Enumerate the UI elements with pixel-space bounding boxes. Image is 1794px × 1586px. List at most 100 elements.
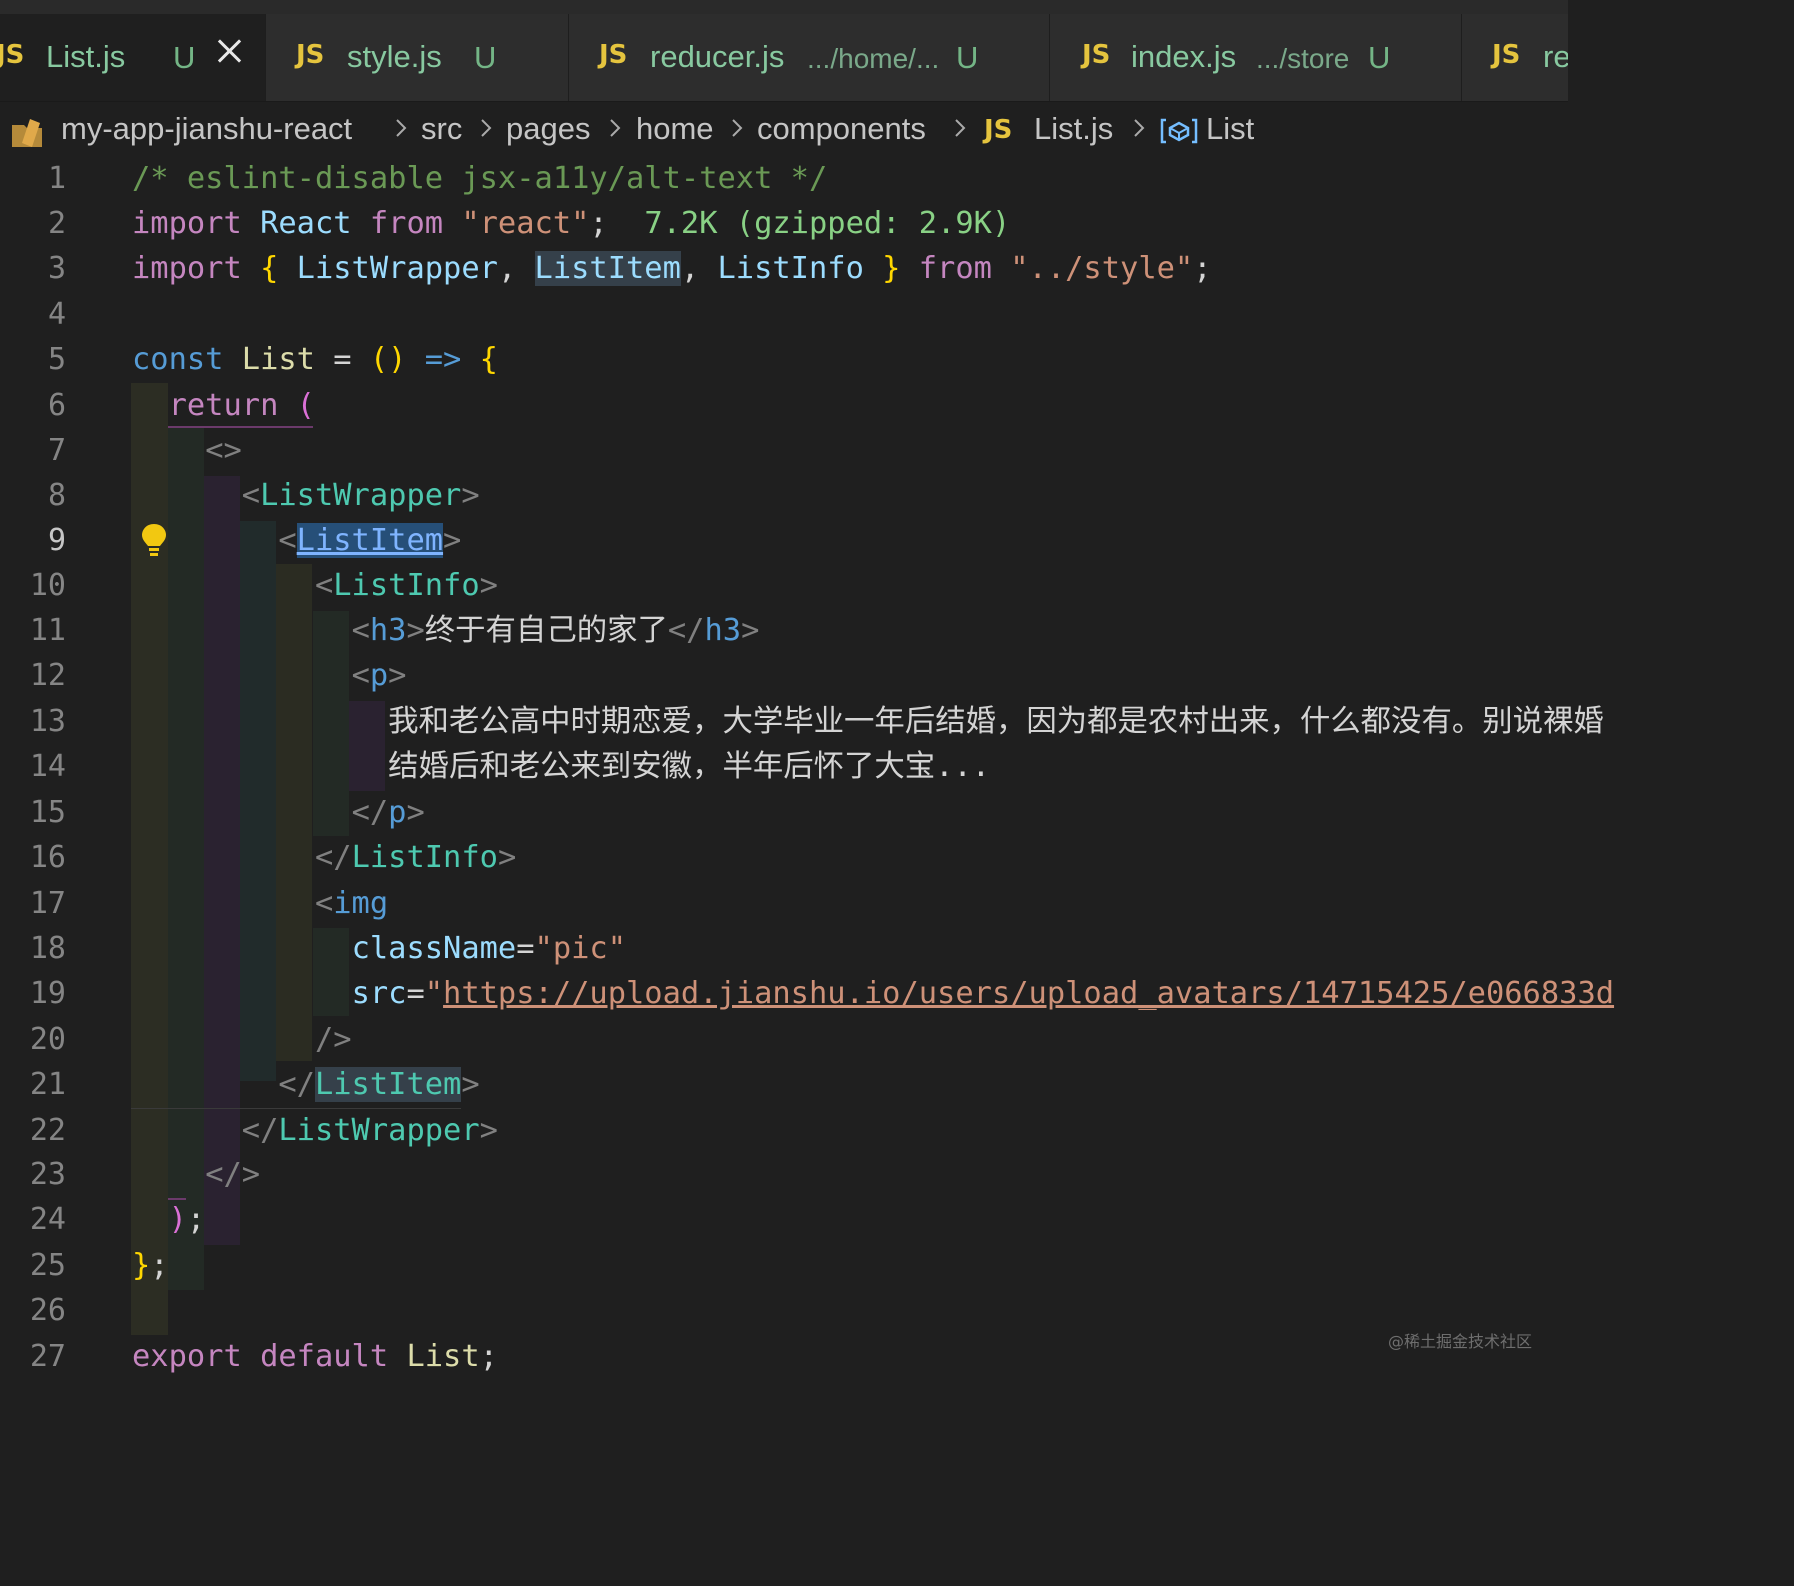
- indent-guide: [168, 1245, 204, 1290]
- tag-bracket: >: [741, 613, 760, 648]
- tag-bracket: >: [479, 568, 498, 603]
- line-number: 20: [29, 1022, 66, 1057]
- tab-path: .../home/...: [807, 43, 940, 74]
- breadcrumb: my-app-jianshu-react src pages home comp…: [0, 102, 1568, 156]
- breadcrumb-item[interactable]: home: [636, 111, 714, 147]
- comment: /* eslint-disable jsx-a11y/alt-text */: [132, 161, 828, 196]
- jsx-tag-selected[interactable]: ListItem: [296, 523, 444, 558]
- keyword: export: [132, 1339, 242, 1374]
- identifier-highlight: ListItem: [534, 251, 681, 286]
- jsx-tag: ListWrapper: [260, 478, 462, 513]
- tab-list-js[interactable]: JS List.js U: [0, 14, 266, 101]
- keyword: import: [132, 251, 242, 286]
- breadcrumb-item[interactable]: src: [421, 111, 462, 147]
- js-file-icon: JS: [0, 40, 25, 70]
- code-line: export default List;: [132, 1334, 498, 1379]
- line-number: 17: [29, 886, 66, 921]
- tab-index-js[interactable]: JS index.js .../store U: [1050, 14, 1462, 101]
- line-number: 7: [47, 433, 66, 468]
- keyword: return: [168, 388, 279, 423]
- js-file-icon: JS: [599, 40, 628, 70]
- line-number: 8: [47, 478, 66, 513]
- tag-bracket: >: [443, 523, 462, 558]
- code-line: <p>: [132, 653, 407, 698]
- punctuation: ,: [497, 251, 517, 286]
- tag-bracket: >: [461, 478, 480, 513]
- jsx-tag: ListWrapper: [278, 1113, 480, 1148]
- line-number: 23: [29, 1157, 66, 1192]
- tag-bracket: >: [497, 840, 517, 875]
- breadcrumb-item[interactable]: pages: [506, 111, 590, 147]
- tag-bracket: >: [461, 1067, 480, 1102]
- line-number: 10: [29, 568, 66, 603]
- git-status-badge: U: [173, 40, 196, 75]
- tag-bracket: />: [314, 1022, 352, 1057]
- html-tag: h3: [704, 613, 742, 648]
- tag-bracket: <: [351, 658, 370, 693]
- tag-bracket: <: [278, 523, 297, 558]
- jsx-tag: ListInfo: [351, 840, 498, 875]
- tag-bracket: </: [241, 1113, 279, 1148]
- code-editor[interactable]: 1 2 3 4 5 6 7 8 9 10 11 12 13 14 15 16 1…: [0, 156, 1614, 1386]
- tag-bracket: >: [479, 1113, 498, 1148]
- code-line: </p>: [132, 790, 425, 835]
- brace: }: [882, 251, 901, 286]
- line-number: 2: [47, 206, 66, 241]
- tab-style-js[interactable]: JS style.js U: [266, 14, 569, 101]
- breadcrumb-symbol[interactable]: List: [1206, 111, 1254, 147]
- code-line: <ListWrapper>: [132, 473, 480, 518]
- paren: (: [296, 388, 315, 423]
- code-line: </ListItem>: [132, 1062, 480, 1107]
- punctuation: ;: [186, 1202, 206, 1237]
- code-line: };: [132, 1243, 169, 1288]
- punctuation: ;: [479, 1339, 498, 1374]
- keyword: from: [918, 251, 992, 286]
- chevron-right-icon: [481, 119, 492, 137]
- breadcrumb-file[interactable]: List.js: [1034, 111, 1113, 147]
- line-number: 24: [29, 1202, 66, 1237]
- tag-bracket: </: [278, 1067, 315, 1102]
- line-number: 18: [29, 931, 66, 966]
- code-line: return (: [132, 383, 315, 428]
- breadcrumb-item[interactable]: components: [757, 111, 926, 147]
- operator: =>: [424, 342, 462, 377]
- html-tag: p: [369, 658, 389, 693]
- tab-label: List.js: [46, 39, 126, 74]
- chevron-right-icon: [396, 119, 407, 137]
- watermark: @稀土掘金技术社区: [1387, 1332, 1532, 1351]
- tab-label: re: [1543, 39, 1568, 74]
- title-strip: [0, 0, 1568, 14]
- paren: ): [168, 1202, 187, 1237]
- tag-bracket: </: [314, 840, 352, 875]
- punctuation: ;: [150, 1248, 169, 1283]
- tab-label: style.js: [347, 39, 442, 74]
- line-number: 27: [29, 1339, 66, 1374]
- keyword: from: [369, 206, 444, 241]
- git-status-badge: U: [1368, 40, 1391, 75]
- chevron-right-icon: [955, 119, 966, 137]
- git-status-badge: U: [474, 40, 497, 75]
- code-line: 结婚后和老公来到安徽，半年后怀了大宝...: [132, 744, 990, 789]
- tab-overflow[interactable]: JS re: [1462, 14, 1568, 101]
- code-line: </ListWrapper>: [132, 1108, 498, 1153]
- breadcrumb-item[interactable]: my-app-jianshu-react: [61, 111, 352, 147]
- tab-path: .../store: [1256, 43, 1350, 74]
- jsx-attribute: src: [351, 976, 407, 1011]
- url-link[interactable]: https://upload.jianshu.io/users/upload_a…: [443, 976, 1614, 1011]
- keyword: import: [132, 206, 242, 241]
- fragment-tag: <>: [205, 433, 242, 468]
- close-icon[interactable]: [215, 36, 245, 66]
- code-line: </>: [132, 1152, 260, 1197]
- symbol-variable-icon: [1160, 118, 1198, 144]
- tab-reducer-js[interactable]: JS reducer.js .../home/... U: [569, 14, 1050, 101]
- html-tag: h3: [369, 613, 407, 648]
- tag-bracket: </: [667, 613, 705, 648]
- folder-icon: [12, 119, 42, 147]
- js-file-icon: JS: [984, 115, 1013, 145]
- html-tag: img: [333, 886, 389, 921]
- line-number: 19: [29, 976, 66, 1011]
- string: "react": [461, 206, 590, 241]
- line-number: 15: [29, 795, 66, 830]
- code-line: <ListInfo>: [132, 563, 498, 608]
- code-line: <h3>终于有自己的家了</h3>: [132, 608, 760, 653]
